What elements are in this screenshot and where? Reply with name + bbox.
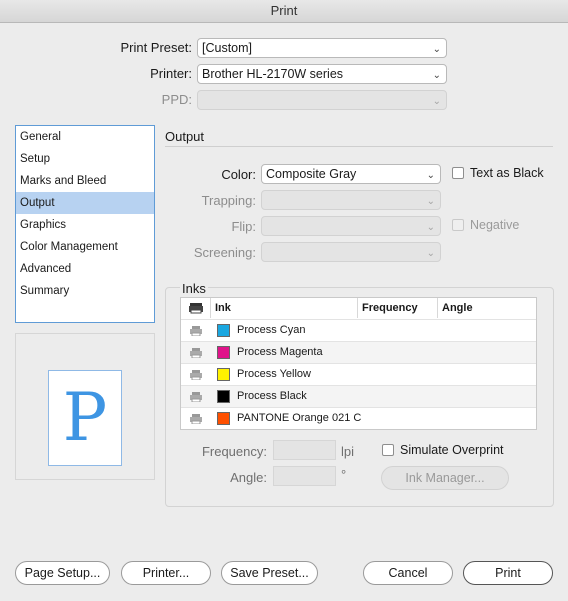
angle-column-header[interactable]: Angle bbox=[438, 298, 536, 318]
chevron-down-icon: ⌄ bbox=[432, 96, 441, 107]
sidebar-item-marks-and-bleed[interactable]: Marks and Bleed bbox=[16, 170, 154, 192]
print-button[interactable]: Print bbox=[463, 561, 553, 585]
print-preset-label: Print Preset: bbox=[120, 40, 192, 55]
sidebar-item-output[interactable]: Output bbox=[16, 192, 154, 214]
frequency-unit: lpi bbox=[341, 444, 355, 459]
ink-swatch bbox=[217, 368, 230, 381]
color-label: Color: bbox=[221, 167, 256, 182]
frequency-column-header[interactable]: Frequency bbox=[358, 298, 438, 318]
angle-unit: ° bbox=[341, 467, 347, 482]
printer-icon[interactable] bbox=[190, 370, 202, 380]
ink-name: Process Yellow bbox=[237, 368, 311, 380]
chevron-down-icon: ⌄ bbox=[426, 196, 435, 207]
trapping-select[interactable]: ⌄ bbox=[261, 190, 441, 210]
simulate-overprint-checkbox[interactable] bbox=[382, 444, 394, 456]
ink-name: Process Cyan bbox=[237, 324, 306, 336]
simulate-overprint-label: Simulate Overprint bbox=[400, 443, 504, 457]
printer-label: Printer: bbox=[150, 66, 192, 81]
category-list: General Setup Marks and Bleed Output Gra… bbox=[15, 125, 155, 323]
printer-icon[interactable] bbox=[190, 348, 202, 358]
ink-name: PANTONE Orange 021 C bbox=[237, 412, 362, 424]
inks-table: Ink Frequency Angle Process Cyan Process… bbox=[180, 297, 537, 430]
ink-manager-button[interactable]: Ink Manager... bbox=[381, 466, 509, 490]
printer-button[interactable]: Printer... bbox=[121, 561, 211, 585]
print-preset-value: [Custom] bbox=[202, 41, 253, 55]
ink-swatch bbox=[217, 412, 230, 425]
chevron-down-icon: ⌄ bbox=[426, 222, 435, 233]
ppd-label: PPD: bbox=[161, 92, 192, 107]
color-select[interactable]: Composite Gray ⌄ bbox=[261, 164, 441, 184]
cancel-button[interactable]: Cancel bbox=[363, 561, 453, 585]
frequency-label: Frequency: bbox=[201, 444, 267, 459]
page-setup-button[interactable]: Page Setup... bbox=[15, 561, 110, 585]
screening-select[interactable]: ⌄ bbox=[261, 242, 441, 262]
table-row[interactable]: Process Yellow bbox=[181, 363, 536, 385]
color-value: Composite Gray bbox=[266, 167, 357, 181]
inks-section-title: Inks bbox=[180, 281, 208, 296]
sidebar-item-graphics[interactable]: Graphics bbox=[16, 214, 154, 236]
table-row[interactable]: PANTONE Orange 021 C bbox=[181, 407, 536, 429]
screening-label: Screening: bbox=[193, 245, 256, 260]
table-row[interactable]: Process Black bbox=[181, 385, 536, 407]
ink-swatch bbox=[217, 390, 230, 403]
angle-field[interactable] bbox=[273, 466, 336, 486]
printer-icon[interactable] bbox=[190, 392, 202, 402]
ink-swatch bbox=[217, 324, 230, 337]
print-preset-select[interactable]: [Custom] ⌄ bbox=[197, 38, 447, 58]
printer-icon bbox=[189, 303, 203, 314]
flip-label: Flip: bbox=[231, 219, 256, 234]
table-row[interactable]: Process Cyan bbox=[181, 319, 536, 341]
printer-select[interactable]: Brother HL-2170W series ⌄ bbox=[197, 64, 447, 84]
ppd-select[interactable]: ⌄ bbox=[197, 90, 447, 110]
chevron-down-icon: ⌄ bbox=[432, 70, 441, 81]
ink-column-header[interactable]: Ink bbox=[211, 298, 358, 318]
printer-icon[interactable] bbox=[190, 326, 202, 336]
flip-select[interactable]: ⌄ bbox=[261, 216, 441, 236]
chevron-down-icon: ⌄ bbox=[426, 170, 435, 181]
print-column-header bbox=[181, 298, 211, 318]
ink-swatch bbox=[217, 346, 230, 359]
page-preview: P bbox=[48, 370, 122, 466]
sidebar-item-setup[interactable]: Setup bbox=[16, 148, 154, 170]
frequency-field[interactable] bbox=[273, 440, 336, 460]
sidebar-item-general[interactable]: General bbox=[16, 126, 154, 148]
ink-name: Process Black bbox=[237, 390, 307, 402]
negative-checkbox[interactable] bbox=[452, 219, 464, 231]
printer-icon[interactable] bbox=[190, 414, 202, 424]
negative-label: Negative bbox=[470, 218, 520, 232]
output-section-title: Output bbox=[165, 129, 205, 144]
trapping-label: Trapping: bbox=[201, 193, 256, 208]
chevron-down-icon: ⌄ bbox=[426, 248, 435, 259]
sidebar-item-advanced[interactable]: Advanced bbox=[16, 258, 154, 280]
save-preset-button[interactable]: Save Preset... bbox=[221, 561, 318, 585]
angle-label: Angle: bbox=[230, 470, 267, 485]
window-title: Print bbox=[0, 0, 568, 23]
text-as-black-checkbox[interactable] bbox=[452, 167, 464, 179]
ink-name: Process Magenta bbox=[237, 346, 323, 358]
sidebar-item-color-management[interactable]: Color Management bbox=[16, 236, 154, 258]
text-as-black-label: Text as Black bbox=[470, 166, 544, 180]
sidebar-item-summary[interactable]: Summary bbox=[16, 280, 154, 302]
table-row[interactable]: Process Magenta bbox=[181, 341, 536, 363]
output-divider bbox=[165, 146, 553, 147]
chevron-down-icon: ⌄ bbox=[432, 44, 441, 55]
printer-value: Brother HL-2170W series bbox=[202, 67, 344, 81]
